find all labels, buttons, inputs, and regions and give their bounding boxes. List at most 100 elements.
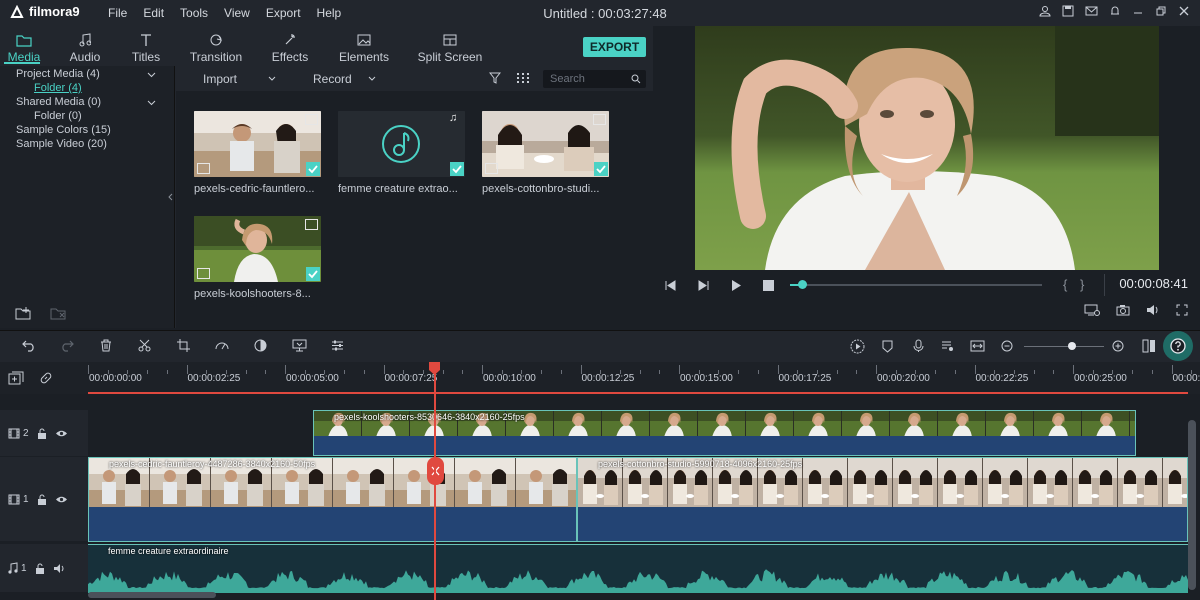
zoom-out-icon[interactable]: [1001, 340, 1013, 352]
restore-icon[interactable]: [1155, 5, 1167, 17]
mark-out-icon[interactable]: }: [1080, 277, 1084, 292]
filter-icon[interactable]: [489, 72, 501, 84]
playback-progress-track[interactable]: [790, 284, 1042, 286]
export-button[interactable]: EXPORT: [583, 37, 646, 57]
fullscreen-icon[interactable]: [1176, 304, 1188, 316]
volume-icon[interactable]: [1146, 304, 1160, 316]
tree-item-shared-folder[interactable]: Folder (0): [34, 110, 82, 122]
tab-transition[interactable]: Transition: [170, 26, 262, 66]
grid-view-icon[interactable]: [517, 73, 529, 83]
account-icon[interactable]: [1039, 5, 1051, 17]
stop-icon[interactable]: [763, 280, 774, 291]
media-thumb-koolshooters[interactable]: [194, 216, 321, 282]
audio-mixer-icon[interactable]: [941, 340, 954, 352]
add-to-timeline-icon[interactable]: [197, 163, 210, 174]
undo-icon[interactable]: [22, 340, 36, 352]
redo-icon[interactable]: [60, 340, 74, 352]
chevron-down-icon[interactable]: [268, 76, 276, 81]
zoom-slider-track[interactable]: [1024, 346, 1104, 347]
search-icon[interactable]: [631, 74, 641, 84]
lock-icon[interactable]: [37, 494, 47, 505]
timeline-clip-audio[interactable]: femme creature extraordinaire: [88, 544, 1188, 593]
media-thumb-cottonbro[interactable]: [482, 111, 609, 177]
ruler-minor-tick: [954, 370, 956, 374]
tree-item-sample-video[interactable]: Sample Video (20): [16, 138, 107, 150]
timeline-clip-cedric[interactable]: pexels-cedric-fauntleroy-4487286-3840x21…: [88, 457, 577, 542]
add-to-timeline-icon[interactable]: [197, 268, 210, 279]
playhead[interactable]: [434, 362, 436, 600]
tab-titles[interactable]: Titles: [122, 26, 170, 66]
timeline-clip-koolshooters[interactable]: pexels-koolshooters-8530646-3840x2160-25…: [313, 410, 1136, 456]
lock-icon[interactable]: [37, 428, 47, 439]
clip-name: pexels-cottonbro-studio-5990718-4096x216…: [598, 459, 803, 469]
notification-icon[interactable]: [1109, 5, 1121, 17]
tree-item-sample-colors[interactable]: Sample Colors (15): [16, 124, 111, 136]
folder-icon: [16, 34, 32, 47]
new-folder-icon[interactable]: [15, 306, 32, 320]
music-note-icon: [8, 562, 18, 574]
ruler-tick-label: 00:00:20:00: [877, 373, 930, 384]
mark-in-icon[interactable]: {: [1063, 277, 1067, 292]
render-preview-icon[interactable]: [850, 339, 865, 354]
timeline-clip-cottonbro[interactable]: pexels-cottonbro-studio-5990718-4096x216…: [577, 457, 1188, 542]
voiceover-icon[interactable]: [913, 339, 924, 353]
minimize-icon[interactable]: [1132, 5, 1144, 17]
track-number: 1: [21, 562, 27, 574]
playback-scrubber[interactable]: [798, 280, 807, 289]
horizontal-scrollbar[interactable]: [88, 592, 216, 598]
visibility-icon[interactable]: [55, 495, 68, 504]
cut-icon[interactable]: [138, 339, 151, 352]
volume-icon[interactable]: [53, 563, 66, 574]
tree-item-project-media[interactable]: Project Media (4): [16, 68, 100, 80]
snapshot-icon[interactable]: [1116, 304, 1130, 316]
ruler-minor-tick: [107, 370, 109, 374]
color-icon[interactable]: [254, 339, 267, 352]
tab-audio[interactable]: Audio: [48, 26, 122, 66]
visibility-icon[interactable]: [55, 429, 68, 438]
tab-media[interactable]: Media: [0, 26, 48, 66]
record-dropdown[interactable]: Record: [313, 72, 352, 86]
zoom-slider-handle[interactable]: [1068, 342, 1076, 350]
mail-icon[interactable]: [1085, 5, 1098, 17]
collapse-panel-icon[interactable]: [168, 193, 173, 201]
tab-elements[interactable]: Elements: [318, 26, 410, 66]
tab-split-screen[interactable]: Split Screen: [410, 26, 490, 66]
media-item-name: pexels-koolshooters-8...: [194, 288, 311, 300]
fit-timeline-icon[interactable]: [970, 340, 985, 352]
chevron-down-icon[interactable]: [147, 72, 156, 78]
ruler-minor-tick: [147, 370, 149, 374]
play-icon[interactable]: [731, 280, 742, 291]
import-dropdown[interactable]: Import: [203, 72, 237, 86]
zoom-in-icon[interactable]: [1112, 340, 1124, 352]
marker-icon[interactable]: [882, 340, 893, 353]
help-icon[interactable]: [1170, 338, 1186, 354]
layout-toggle-icon[interactable]: [1142, 339, 1156, 353]
tree-item-folder[interactable]: Folder (4): [34, 82, 82, 94]
display-settings-icon[interactable]: [1084, 304, 1100, 316]
green-screen-icon[interactable]: [292, 339, 307, 352]
add-to-timeline-icon[interactable]: [485, 163, 498, 174]
delete-icon[interactable]: [100, 339, 112, 352]
ruler-minor-tick: [1053, 370, 1055, 374]
media-thumb-femme[interactable]: ♫: [338, 111, 465, 177]
crop-icon[interactable]: [177, 339, 190, 352]
media-thumb-cedric[interactable]: [194, 111, 321, 177]
delete-folder-icon[interactable]: [50, 306, 67, 320]
chevron-down-icon[interactable]: [147, 100, 156, 106]
ruler-minor-tick: [304, 370, 306, 374]
ruler-minor-tick: [856, 370, 858, 374]
close-icon[interactable]: [1178, 5, 1190, 17]
vertical-scrollbar[interactable]: [1188, 420, 1196, 590]
tree-item-shared-media[interactable]: Shared Media (0): [16, 96, 101, 108]
speed-icon[interactable]: [215, 339, 229, 351]
next-frame-icon[interactable]: [698, 280, 710, 291]
previous-frame-icon[interactable]: [664, 280, 676, 291]
save-icon[interactable]: [1062, 5, 1074, 17]
ruler-minor-tick: [619, 370, 621, 374]
lock-icon[interactable]: [35, 563, 45, 574]
chevron-down-icon[interactable]: [368, 76, 376, 81]
playhead-handle[interactable]: [428, 362, 441, 375]
video-thumbnail: [482, 111, 609, 177]
adjust-icon[interactable]: [331, 339, 344, 352]
tab-effects[interactable]: Effects: [262, 26, 318, 66]
